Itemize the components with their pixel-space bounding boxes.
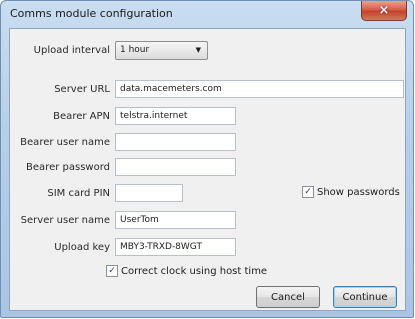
close-button[interactable]: × (361, 1, 407, 21)
server-url-input[interactable]: data.macemeters.com (115, 80, 404, 98)
server-user-name-label: Server user name (20, 215, 110, 226)
bearer-user-name-input[interactable] (115, 133, 236, 151)
show-passwords-check-icon: ✓ (302, 186, 314, 198)
bearer-apn-label: Bearer APN (53, 111, 110, 122)
correct-clock-check-icon: ✓ (106, 265, 118, 277)
upload-key-input[interactable]: MBY3-TRXD-8WGT (115, 238, 236, 256)
bearer-password-label: Bearer password (26, 162, 110, 173)
cancel-button[interactable]: Cancel (256, 286, 320, 308)
bearer-apn-input[interactable]: telstra.internet (115, 107, 236, 125)
upload-interval-select[interactable]: 1 hour ▼ (115, 41, 208, 60)
bearer-password-input[interactable] (115, 158, 236, 176)
window-title: Comms module configuration (10, 7, 173, 20)
dropdown-arrow-icon: ▼ (195, 46, 201, 54)
bearer-user-name-label: Bearer user name (20, 137, 110, 148)
dialog-window: Comms module configuration × Upload inte… (0, 0, 414, 318)
server-user-name-input[interactable]: UserTom (115, 211, 236, 229)
sim-card-pin-label: SIM card PIN (47, 188, 110, 199)
upload-interval-value: 1 hour (120, 45, 150, 55)
continue-button[interactable]: Continue (333, 286, 397, 308)
close-icon: × (378, 3, 390, 18)
server-url-label: Server URL (54, 84, 110, 95)
show-passwords-checkbox[interactable]: ✓ Show passwords (302, 186, 400, 198)
show-passwords-label: Show passwords (317, 186, 400, 198)
upload-interval-label: Upload interval (33, 45, 110, 56)
upload-key-label: Upload key (54, 242, 110, 253)
title-bar[interactable]: Comms module configuration × (1, 1, 413, 27)
correct-clock-checkbox[interactable]: ✓ Correct clock using host time (106, 265, 267, 277)
correct-clock-label: Correct clock using host time (121, 265, 268, 277)
sim-card-pin-input[interactable] (115, 184, 183, 202)
dialog-client-area: Upload interval 1 hour ▼ Server URL data… (9, 28, 406, 311)
